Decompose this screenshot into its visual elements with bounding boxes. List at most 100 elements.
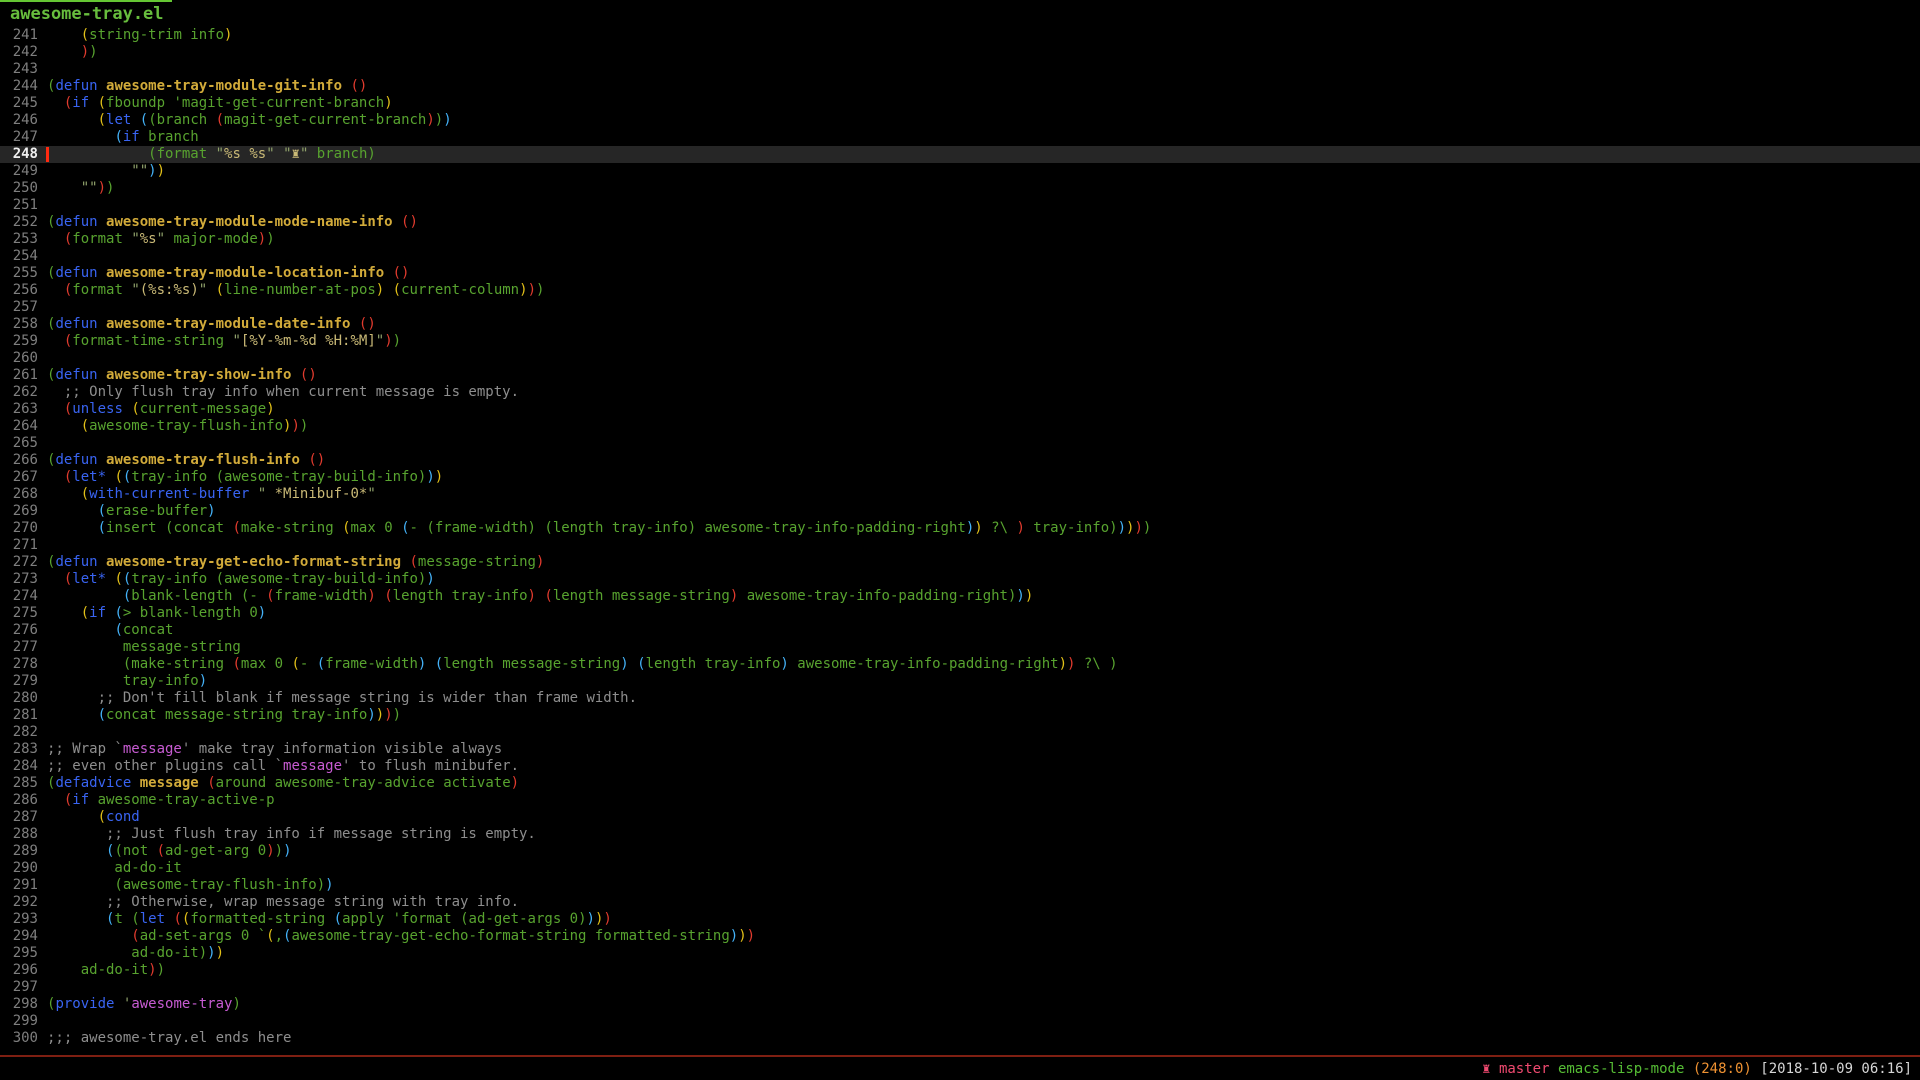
code-line[interactable]: 248 (format "%s %s" "♜" branch)	[0, 146, 1920, 163]
code-line[interactable]: 298(provide 'awesome-tray)	[0, 996, 1920, 1013]
code-line-text: ad-do-it	[47, 860, 182, 877]
code-line-text: (defadvice message (around awesome-tray-…	[47, 775, 519, 792]
code-line[interactable]: 245 (if (fboundp 'magit-get-current-bran…	[0, 95, 1920, 112]
code-line[interactable]: 286 (if awesome-tray-active-p	[0, 792, 1920, 809]
code-line-text: (format "(%s:%s)" (line-number-at-pos) (…	[47, 282, 544, 299]
code-line[interactable]: 266(defun awesome-tray-flush-info ()	[0, 452, 1920, 469]
code-line[interactable]: 261(defun awesome-tray-show-info ()	[0, 367, 1920, 384]
code-line[interactable]: 296 ad-do-it))	[0, 962, 1920, 979]
code-line[interactable]: 290 ad-do-it	[0, 860, 1920, 877]
code-line[interactable]: 299	[0, 1013, 1920, 1030]
code-line-text: ;; Otherwise, wrap message string with t…	[47, 894, 519, 911]
code-line-text: (blank-length (- (frame-width) (length t…	[47, 588, 1033, 605]
buffer-title[interactable]: awesome-tray.el	[10, 4, 164, 25]
code-line-text: (awesome-tray-flush-info))	[47, 877, 334, 894]
code-line[interactable]: 276 (concat	[0, 622, 1920, 639]
code-line[interactable]: 243	[0, 61, 1920, 78]
line-number: 256	[0, 282, 38, 299]
code-line[interactable]: 258(defun awesome-tray-module-date-info …	[0, 316, 1920, 333]
code-line-text: (defun awesome-tray-module-location-info…	[47, 265, 409, 282]
code-line[interactable]: 295 ad-do-it)))	[0, 945, 1920, 962]
code-line[interactable]: 254	[0, 248, 1920, 265]
line-number: 251	[0, 197, 38, 214]
code-line[interactable]: 255(defun awesome-tray-module-location-i…	[0, 265, 1920, 282]
line-number: 293	[0, 911, 38, 928]
line-number: 268	[0, 486, 38, 503]
line-number: 277	[0, 639, 38, 656]
code-line[interactable]: 293 (t (let ((formatted-string (apply 'f…	[0, 911, 1920, 928]
line-number: 285	[0, 775, 38, 792]
code-line[interactable]: 289 ((not (ad-get-arg 0)))	[0, 843, 1920, 860]
line-number: 294	[0, 928, 38, 945]
code-line[interactable]: 268 (with-current-buffer " *Minibuf-0*"	[0, 486, 1920, 503]
echo-area: ♜ master emacs-lisp-mode (248:0) [2018-1…	[0, 1059, 1920, 1080]
code-line[interactable]: 272 (defun awesome-tray-get-echo-format-s…	[0, 554, 1920, 571]
line-number: 270	[0, 520, 38, 537]
code-line-text: (defun awesome-tray-show-info ()	[47, 367, 317, 384]
code-line[interactable]: 283;; Wrap `message' make tray informati…	[0, 741, 1920, 758]
code-line[interactable]: 246 (let ((branch (magit-get-current-bra…	[0, 112, 1920, 129]
code-line[interactable]: 249 ""))	[0, 163, 1920, 180]
code-line[interactable]: 259 (format-time-string "[%Y-%m-%d %H:%M…	[0, 333, 1920, 350]
code-line[interactable]: 282	[0, 724, 1920, 741]
code-line[interactable]: 294 (ad-set-args 0 `(,(awesome-tray-get-…	[0, 928, 1920, 945]
line-number: 249	[0, 163, 38, 180]
code-line-text: ;; Wrap `message' make tray information …	[47, 741, 502, 758]
line-number: 290	[0, 860, 38, 877]
code-line[interactable]: 247 (if branch	[0, 129, 1920, 146]
line-number: 269	[0, 503, 38, 520]
code-line[interactable]: 284;; even other plugins call `message' …	[0, 758, 1920, 775]
code-line[interactable]: 287 (cond	[0, 809, 1920, 826]
code-line-text: ;; Don't fill blank if message string is…	[47, 690, 637, 707]
line-number: 246	[0, 112, 38, 129]
code-line[interactable]: 279 tray-info)	[0, 673, 1920, 690]
line-number: 272	[0, 554, 38, 571]
code-line[interactable]: 277 message-string	[0, 639, 1920, 656]
line-number: 265	[0, 435, 38, 452]
git-branch: master	[1499, 1061, 1550, 1077]
code-line[interactable]: 250 ""))	[0, 180, 1920, 197]
code-line-text: (t (let ((formatted-string (apply 'forma…	[47, 911, 612, 928]
code-line[interactable]: 270 (insert (concat (make-string (max 0 …	[0, 520, 1920, 537]
code-line-text: (defun awesome-tray-get-echo-format-stri…	[47, 554, 544, 571]
code-line[interactable]: 288 ;; Just flush tray info if message s…	[0, 826, 1920, 843]
code-line-text: ""))	[47, 180, 114, 197]
code-line[interactable]: 262 ;; Only flush tray info when current…	[0, 384, 1920, 401]
code-line[interactable]: 291 (awesome-tray-flush-info))	[0, 877, 1920, 894]
code-line[interactable]: 251	[0, 197, 1920, 214]
code-line[interactable]: 271	[0, 537, 1920, 554]
code-line[interactable]: 285 (defadvice message (around awesome-tr…	[0, 775, 1920, 792]
code-line[interactable]: 269 (erase-buffer)	[0, 503, 1920, 520]
code-line[interactable]: 275 (if (> blank-length 0)	[0, 605, 1920, 622]
code-line[interactable]: 273 (let* ((tray-info (awesome-tray-buil…	[0, 571, 1920, 588]
line-number: 253	[0, 231, 38, 248]
code-line[interactable]: 260	[0, 350, 1920, 367]
code-line[interactable]: 242 ))	[0, 44, 1920, 61]
code-line[interactable]: 252(defun awesome-tray-module-mode-name-…	[0, 214, 1920, 231]
code-line[interactable]: 263 (unless (current-message)	[0, 401, 1920, 418]
code-line[interactable]: 267 (let* ((tray-info (awesome-tray-buil…	[0, 469, 1920, 486]
text-cursor	[46, 147, 49, 162]
code-line[interactable]: 278 (make-string (max 0 (- (frame-width)…	[0, 656, 1920, 673]
code-line[interactable]: 257	[0, 299, 1920, 316]
code-line[interactable]: 297	[0, 979, 1920, 996]
line-number: 280	[0, 690, 38, 707]
line-number: 281	[0, 707, 38, 724]
code-line-text: (defun awesome-tray-module-date-info ()	[47, 316, 376, 333]
code-area[interactable]: 241 (string-trim info)242 ))243244(defun…	[0, 27, 1920, 1047]
buffer-tab-overline	[0, 0, 172, 2]
code-line[interactable]: 241 (string-trim info)	[0, 27, 1920, 44]
code-line[interactable]: 281 (concat message-string tray-info))))	[0, 707, 1920, 724]
code-line[interactable]: 265	[0, 435, 1920, 452]
code-line[interactable]: 292 ;; Otherwise, wrap message string wi…	[0, 894, 1920, 911]
code-line[interactable]: 264 (awesome-tray-flush-info)))	[0, 418, 1920, 435]
code-line[interactable]: 280 ;; Don't fill blank if message strin…	[0, 690, 1920, 707]
code-line[interactable]: 274 (blank-length (- (frame-width) (leng…	[0, 588, 1920, 605]
code-line-text: ))	[47, 44, 98, 61]
line-number: 271	[0, 537, 38, 554]
code-line[interactable]: 256 (format "(%s:%s)" (line-number-at-po…	[0, 282, 1920, 299]
code-line[interactable]: 300;;; awesome-tray.el ends here	[0, 1030, 1920, 1047]
code-line[interactable]: 253 (format "%s" major-mode))	[0, 231, 1920, 248]
code-line[interactable]: 244(defun awesome-tray-module-git-info (…	[0, 78, 1920, 95]
line-number: 287	[0, 809, 38, 826]
